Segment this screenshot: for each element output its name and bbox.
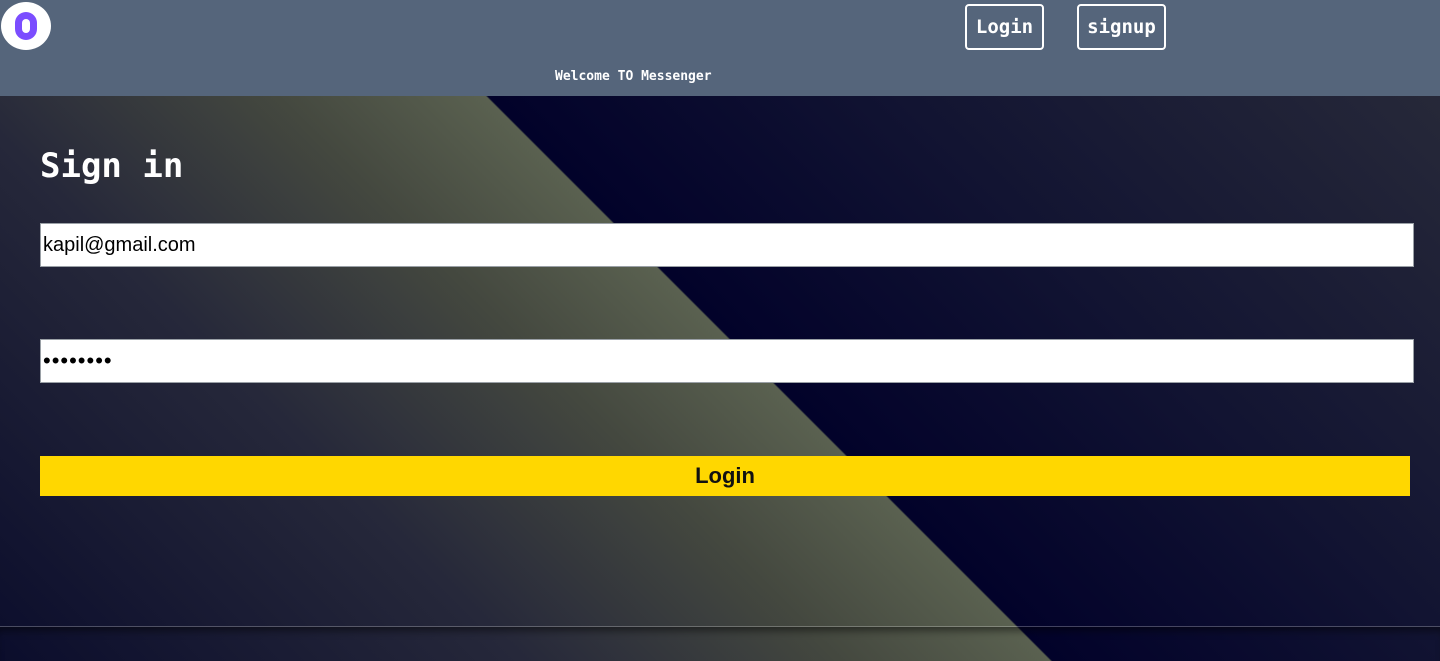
nav-login-button[interactable]: Login [965,4,1044,50]
messenger-logo-icon[interactable] [1,2,51,50]
footer-divider [0,626,1440,661]
login-submit-button[interactable]: Login [40,456,1410,496]
logo-hole [22,19,30,33]
email-field[interactable] [40,223,1414,267]
page-title: Sign in [40,146,184,186]
page-background [0,0,1440,661]
welcome-text: Welcome TO Messenger [555,69,712,84]
navbar: Login signup Welcome TO Messenger [0,0,1440,96]
nav-signup-button[interactable]: signup [1077,4,1166,50]
password-field[interactable] [40,339,1414,383]
logo-shape [15,12,37,40]
